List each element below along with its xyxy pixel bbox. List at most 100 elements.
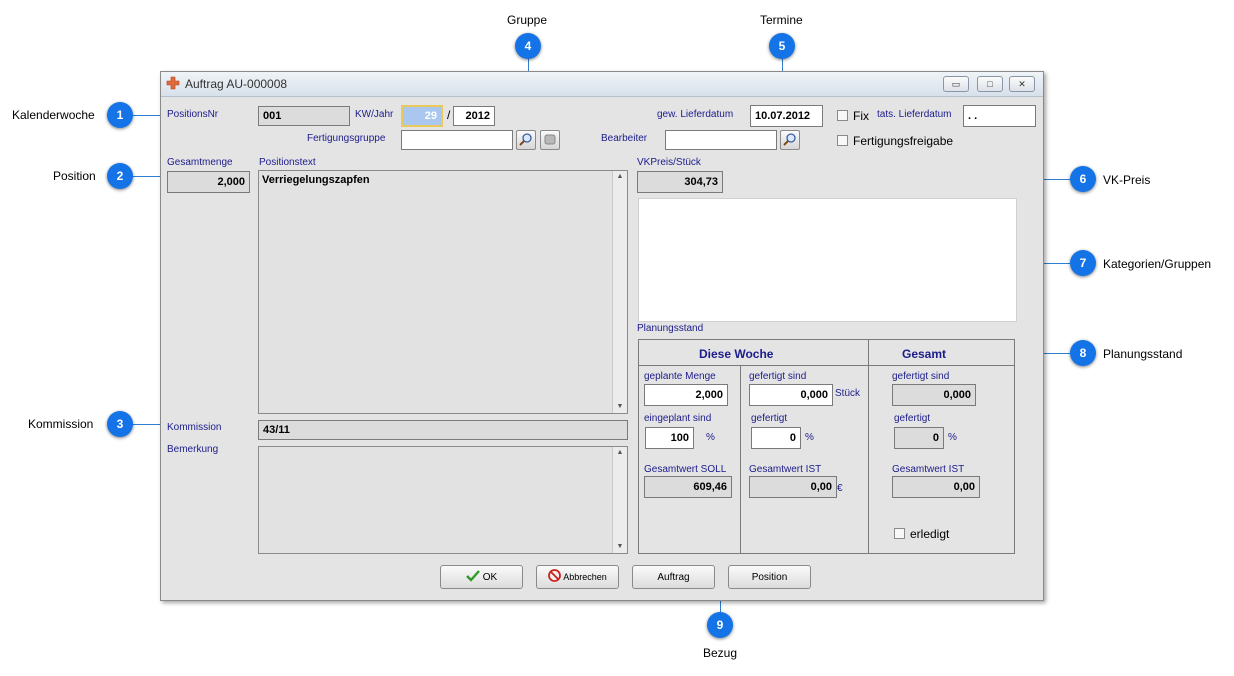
scroll-up-icon[interactable]: ▲ (613, 447, 627, 459)
kategorien-gruppen-box[interactable] (638, 198, 1017, 322)
kw-year-separator: / (447, 108, 451, 122)
callout-badge-6: 6 (1070, 166, 1096, 192)
auftrag-button[interactable]: Auftrag (632, 565, 715, 589)
fix-checkbox[interactable] (837, 110, 848, 121)
fertigungsgruppe-search-button[interactable] (516, 130, 536, 150)
gefertigt-sind-label: gefertigt sind (749, 371, 807, 382)
window-title: Auftrag AU-000008 (185, 77, 288, 91)
planungsstand-label: Planungsstand (637, 323, 704, 334)
gesamt-gefertigt-sind-field: 0,000 (892, 384, 976, 406)
fix-label: Fix (853, 109, 869, 123)
callout-badge-5: 5 (769, 33, 795, 59)
gesamt-gefertigt-field: 0 (894, 427, 944, 449)
fertigungsgruppe-label: Fertigungsgruppe (307, 133, 386, 144)
callout-text-8: Planungsstand (1103, 347, 1183, 361)
eingeplant-sind-label: eingeplant sind (644, 413, 712, 424)
gesamtwert-ist-field: 0,00 (749, 476, 837, 498)
positionstext-area[interactable]: Verriegelungszapfen ▲ ▼ (258, 170, 628, 414)
abbrechen-button[interactable]: Abbrechen (536, 565, 619, 589)
gew-lieferdatum-label: gew. Lieferdatum (657, 109, 734, 120)
gefertigt-sind-field[interactable]: 0,000 (749, 384, 833, 406)
position-button[interactable]: Position (728, 565, 811, 589)
kw-field[interactable]: 29 (401, 105, 443, 127)
position-label: Position (751, 571, 788, 583)
order-window: Auftrag AU-000008 ▭ □ ✕ PositionsNr 001 … (160, 71, 1044, 601)
minimize-button[interactable]: ▭ (943, 76, 969, 92)
ok-label: OK (482, 571, 498, 583)
scroll-up-icon[interactable]: ▲ (613, 171, 627, 183)
callout-badge-1: 1 (107, 102, 133, 128)
gesamt-gesamtwert-ist-label: Gesamtwert IST (892, 464, 965, 475)
callout-line-7 (1040, 263, 1070, 264)
title-bar[interactable]: Auftrag AU-000008 ▭ □ ✕ (161, 72, 1043, 97)
fertigungsfreigabe-label: Fertigungsfreigabe (853, 134, 954, 148)
positionstext-label: Positionstext (259, 157, 316, 168)
positionsnr-label: PositionsNr (167, 109, 219, 120)
gesamt-gefertigt-label: gefertigt (894, 413, 931, 424)
bearbeiter-search-button[interactable] (780, 130, 800, 150)
fertigungsfreigabe-checkbox[interactable] (837, 135, 848, 146)
erledigt-checkbox[interactable] (894, 528, 905, 539)
gesamtwert-soll-label: Gesamtwert SOLL (644, 464, 727, 475)
gesamtwert-ist-label: Gesamtwert IST (749, 464, 822, 475)
gesamt-gefertigt-sind-label: gefertigt sind (892, 371, 950, 382)
scroll-down-icon[interactable]: ▼ (613, 401, 627, 413)
close-button[interactable]: ✕ (1009, 76, 1035, 92)
positionsnr-field: 001 (258, 106, 350, 126)
panel-col-divider-1 (868, 340, 869, 553)
callout-text-6: VK-Preis (1103, 173, 1151, 187)
callout-badge-9: 9 (707, 612, 733, 638)
eingeplant-sind-field[interactable]: 100 (645, 427, 694, 449)
geplante-menge-field[interactable]: 2,000 (644, 384, 728, 406)
callout-badge-7: 7 (1070, 250, 1096, 276)
bemerkung-scrollbar[interactable]: ▲ ▼ (612, 447, 627, 553)
callout-badge-3: 3 (107, 411, 133, 437)
callout-text-7: Kategorien/Gruppen (1103, 257, 1212, 271)
kwjahr-label: KW/Jahr (355, 109, 394, 120)
auftrag-label: Auftrag (657, 571, 690, 583)
gew-lieferdatum-field[interactable]: 10.07.2012 (750, 105, 823, 127)
tats-lieferdatum-label: tats. Lieferdatum (877, 109, 952, 120)
positionstext-value: Verriegelungszapfen (262, 174, 370, 186)
fertigungsgruppe-clear-button[interactable] (540, 130, 560, 150)
vkpreis-label: VKPreis/Stück (637, 157, 701, 168)
stueck-unit: Stück (835, 388, 861, 399)
bemerkung-label: Bemerkung (167, 444, 219, 455)
gesamt-gefertigt-pct-unit: % (948, 432, 957, 443)
bemerkung-area[interactable]: ▲ ▼ (258, 446, 628, 554)
panel-header-divider (639, 365, 1014, 366)
kommission-field: 43/11 (258, 420, 628, 440)
gesamtwert-soll-field: 609,46 (644, 476, 732, 498)
search-icon (519, 132, 533, 149)
vkpreis-field: 304,73 (637, 171, 723, 193)
maximize-button[interactable]: □ (977, 76, 1003, 92)
callout-line-8 (1040, 353, 1070, 354)
positionstext-scrollbar[interactable]: ▲ ▼ (612, 171, 627, 413)
gefertigt-field[interactable]: 0 (751, 427, 801, 449)
callout-text-1: Kalenderwoche (12, 108, 95, 122)
jahr-field[interactable]: 2012 (453, 106, 495, 126)
tats-lieferdatum-field[interactable]: . . (963, 105, 1036, 127)
gesamt-heading: Gesamt (902, 347, 947, 361)
planungsstand-panel: Diese Woche Gesamt geplante Menge 2,000 … (638, 339, 1015, 554)
panel-col-divider-2 (740, 365, 741, 553)
callout-text-5: Termine (760, 13, 803, 27)
kommission-label: Kommission (167, 422, 222, 433)
callout-badge-4: 4 (515, 33, 541, 59)
bearbeiter-field[interactable] (665, 130, 777, 150)
erledigt-label: erledigt (910, 527, 950, 541)
eraser-icon (543, 132, 557, 149)
gesamtmenge-label: Gesamtmenge (167, 157, 233, 168)
diese-woche-heading: Diese Woche (699, 347, 774, 361)
cancel-icon (548, 569, 562, 585)
ok-button[interactable]: OK (440, 565, 523, 589)
scroll-down-icon[interactable]: ▼ (613, 541, 627, 553)
gesamtmenge-field: 2,000 (167, 171, 250, 193)
fertigungsgruppe-field[interactable] (401, 130, 513, 150)
gefertigt-label: gefertigt (751, 413, 788, 424)
callout-text-4: Gruppe (507, 13, 548, 27)
gesamt-gesamtwert-ist-field: 0,00 (892, 476, 980, 498)
callout-badge-2: 2 (107, 163, 133, 189)
bearbeiter-label: Bearbeiter (601, 133, 648, 144)
checkmark-icon (465, 569, 480, 585)
